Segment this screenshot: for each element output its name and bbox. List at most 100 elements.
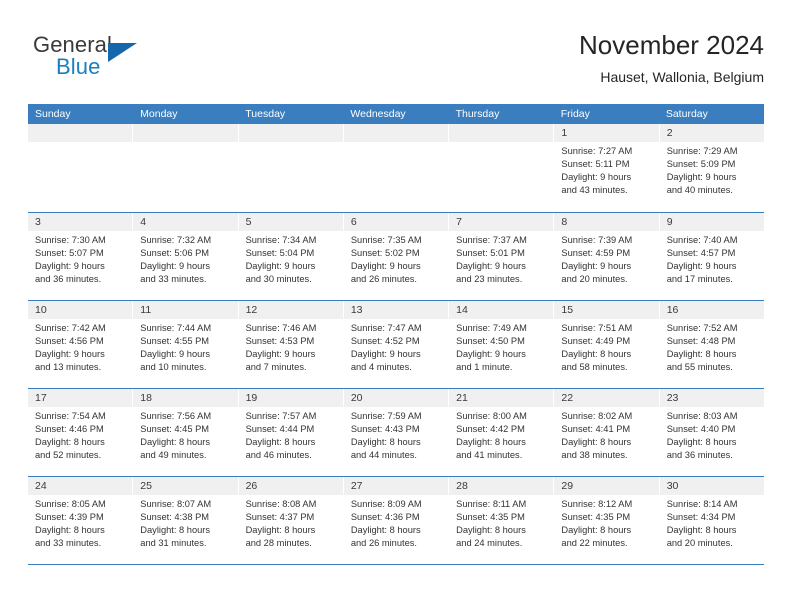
day-details: Sunrise: 7:51 AM Sunset: 4:49 PM Daylight:… (554, 319, 658, 374)
day-number: 23 (659, 389, 764, 407)
day-sunrise-text: Sunrise: 7:44 AM (140, 323, 212, 333)
day-daylight-line2-text: and 44 minutes. (350, 450, 417, 461)
calendar-day-cell[interactable]: 21 Sunrise: 8:00 AM Sunset: 4:42 PM Dayligh… (449, 389, 555, 476)
day-daylight-line1-text: Daylight: 8 hours (561, 525, 632, 536)
calendar-day-cell[interactable]: 20 Sunrise: 7:59 AM Sunset: 4:43 PM Dayligh… (343, 389, 450, 476)
calendar-day-cell[interactable]: 17 Sunrise: 7:54 AM Sunset: 4:46 PM Dayligh… (28, 389, 134, 476)
day-daylight-line1-text: Daylight: 8 hours (245, 437, 316, 448)
calendar-day-cell[interactable]: 16 Sunrise: 7:52 AM Sunset: 4:48 PM Dayligh… (659, 301, 764, 388)
page-title: November 2024 (579, 30, 764, 60)
calendar-day-cell-empty (343, 124, 450, 212)
calendar-day-cell[interactable]: 9 Sunrise: 7:40 AM Sunset: 4:57 PM Daylight… (659, 213, 764, 300)
day-sunrise-text: Sunrise: 8:07 AM (140, 499, 212, 509)
calendar-day-cell[interactable]: 2 Sunrise: 7:29 AM Sunset: 5:09 PM Daylight… (659, 124, 764, 212)
calendar-day-cell[interactable]: 6 Sunrise: 7:35 AM Sunset: 5:02 PM Daylight… (343, 213, 450, 300)
day-number: 10 (28, 301, 133, 319)
calendar-day-cell[interactable]: 12 Sunrise: 7:46 AM Sunset: 4:53 PM Dayligh… (238, 301, 344, 388)
day-sunrise-text: Sunrise: 8:05 AM (35, 499, 106, 509)
calendar-day-cell[interactable]: 4 Sunrise: 7:32 AM Sunset: 5:06 PM Daylight… (133, 213, 239, 300)
weekday-header-thursday: Thursday (455, 108, 500, 120)
day-number: 2 (659, 124, 764, 142)
day-sunrise-text: Sunrise: 7:29 AM (666, 146, 738, 156)
logo[interactable]: General Blue (28, 32, 258, 90)
day-number: 16 (659, 301, 764, 319)
weekday-header-wednesday: Wednesday (350, 108, 406, 120)
day-details: Sunrise: 8:05 AM Sunset: 4:39 PM Daylight:… (28, 495, 132, 550)
day-daylight-line2-text: and 20 minutes. (561, 274, 628, 285)
day-daylight-line1-text: Daylight: 8 hours (350, 437, 421, 448)
day-number: 9 (659, 213, 764, 231)
day-sunrise-text: Sunrise: 7:54 AM (35, 411, 106, 421)
day-sunset-text: Sunset: 4:52 PM (350, 336, 420, 347)
day-daylight-line1-text: Daylight: 9 hours (456, 349, 526, 360)
day-number: 17 (28, 389, 133, 407)
calendar-day-cell[interactable]: 14 Sunrise: 7:49 AM Sunset: 4:50 PM Dayligh… (449, 301, 555, 388)
calendar-day-cell[interactable]: 18 Sunrise: 7:56 AM Sunset: 4:45 PM Dayligh… (133, 389, 239, 476)
day-number: 27 (343, 477, 449, 495)
day-details: Sunrise: 7:46 AM Sunset: 4:53 PM Daylight:… (239, 319, 343, 374)
calendar-day-cell[interactable]: 1 Sunrise: 7:27 AM Sunset: 5:11 PM Daylight… (554, 124, 660, 212)
day-daylight-line1-text: Daylight: 8 hours (561, 349, 632, 360)
calendar-day-cell[interactable]: 13 Sunrise: 7:47 AM Sunset: 4:52 PM Dayligh… (343, 301, 450, 388)
calendar-day-cell[interactable]: 22 Sunrise: 8:02 AM Sunset: 4:41 PM Dayligh… (554, 389, 660, 476)
day-daylight-line1-text: Daylight: 9 hours (245, 261, 316, 272)
day-daylight-line1-text: Daylight: 8 hours (666, 525, 737, 536)
calendar-day-cell[interactable]: 19 Sunrise: 7:57 AM Sunset: 4:44 PM Dayligh… (238, 389, 344, 476)
day-number: 19 (238, 389, 343, 407)
calendar-day-cell[interactable]: 10 Sunrise: 7:42 AM Sunset: 4:56 PM Dayligh… (28, 301, 134, 388)
day-details: Sunrise: 7:39 AM Sunset: 4:59 PM Daylight:… (554, 231, 658, 286)
day-details: Sunrise: 7:42 AM Sunset: 4:56 PM Daylight:… (28, 319, 132, 374)
calendar-day-cell[interactable]: 29 Sunrise: 8:12 AM Sunset: 4:35 PM Dayligh… (554, 477, 660, 564)
day-number: 26 (238, 477, 343, 495)
day-daylight-line1-text: Daylight: 9 hours (35, 261, 105, 272)
calendar-page: General Blue November 2024 Hauset, Wallo… (0, 0, 792, 612)
calendar-day-cell[interactable]: 25 Sunrise: 8:07 AM Sunset: 4:38 PM Dayligh… (133, 477, 239, 564)
calendar-day-cell[interactable]: 30 Sunrise: 8:14 AM Sunset: 4:34 PM Dayligh… (659, 477, 764, 564)
calendar-day-cell[interactable]: 15 Sunrise: 7:51 AM Sunset: 4:49 PM Dayligh… (554, 301, 660, 388)
calendar-day-cell[interactable]: 8 Sunrise: 7:39 AM Sunset: 4:59 PM Daylight… (554, 213, 660, 300)
day-details: Sunrise: 7:27 AM Sunset: 5:11 PM Daylight:… (554, 142, 658, 197)
day-daylight-line1-text: Daylight: 9 hours (666, 261, 737, 272)
title-block: November 2024 Hauset, Wallonia, Belgium (579, 28, 764, 86)
calendar-day-cell[interactable]: 24 Sunrise: 8:05 AM Sunset: 4:39 PM Dayligh… (28, 477, 134, 564)
day-sunrise-text: Sunrise: 7:49 AM (456, 323, 527, 333)
calendar-day-cell[interactable]: 28 Sunrise: 8:11 AM Sunset: 4:35 PM Dayligh… (449, 477, 555, 564)
day-sunset-text: Sunset: 4:49 PM (561, 336, 631, 347)
calendar-day-cell[interactable]: 7 Sunrise: 7:37 AM Sunset: 5:01 PM Daylight… (449, 213, 555, 300)
weekday-header-sunday: Sunday (35, 108, 71, 120)
day-daylight-line2-text: and 36 minutes. (35, 274, 102, 285)
weekday-header-row: Sunday Monday Tuesday Wednesday Thursday Frid… (28, 104, 764, 124)
calendar-day-cell[interactable]: 5 Sunrise: 7:34 AM Sunset: 5:04 PM Daylight… (238, 213, 344, 300)
day-number: 22 (554, 389, 659, 407)
day-sunrise-text: Sunrise: 7:46 AM (245, 323, 317, 333)
day-daylight-line2-text: and 55 minutes. (666, 362, 733, 373)
day-daylight-line2-text: and 20 minutes. (666, 538, 733, 549)
calendar-week-row: 10 Sunrise: 7:42 AM Sunset: 4:56 PM Dayligh… (28, 300, 764, 388)
day-daylight-line2-text: and 46 minutes. (245, 450, 312, 461)
day-sunset-text: Sunset: 5:01 PM (456, 248, 525, 259)
day-number: 12 (238, 301, 343, 319)
day-daylight-line2-text: and 24 minutes. (456, 538, 523, 549)
calendar-day-cell[interactable]: 23 Sunrise: 8:03 AM Sunset: 4:40 PM Dayligh… (659, 389, 764, 476)
day-sunrise-text: Sunrise: 7:34 AM (245, 235, 317, 245)
calendar-day-cell[interactable]: 11 Sunrise: 7:44 AM Sunset: 4:55 PM Dayligh… (133, 301, 239, 388)
calendar-day-cell[interactable]: 3 Sunrise: 7:30 AM Sunset: 5:07 PM Daylight… (28, 213, 134, 300)
day-details: Sunrise: 7:59 AM Sunset: 4:43 PM Daylight:… (344, 407, 448, 462)
day-number: 28 (449, 477, 554, 495)
calendar-day-cell[interactable]: 26 Sunrise: 8:08 AM Sunset: 4:37 PM Dayligh… (238, 477, 344, 564)
day-sunset-text: Sunset: 5:11 PM (561, 159, 630, 170)
day-daylight-line1-text: Daylight: 8 hours (35, 525, 105, 536)
day-details: Sunrise: 8:03 AM Sunset: 4:40 PM Daylight:… (660, 407, 764, 462)
day-sunrise-text: Sunrise: 8:14 AM (666, 499, 738, 509)
day-sunrise-text: Sunrise: 7:42 AM (35, 323, 106, 333)
day-details: Sunrise: 8:08 AM Sunset: 4:37 PM Daylight:… (239, 495, 343, 550)
day-sunrise-text: Sunrise: 7:47 AM (350, 323, 422, 333)
day-details: Sunrise: 8:09 AM Sunset: 4:36 PM Daylight:… (344, 495, 448, 550)
calendar-day-cell[interactable]: 27 Sunrise: 8:09 AM Sunset: 4:36 PM Dayligh… (343, 477, 450, 564)
brand-triangle-icon (108, 43, 137, 62)
day-sunrise-text: Sunrise: 7:57 AM (245, 411, 317, 421)
day-sunset-text: Sunset: 4:57 PM (666, 248, 736, 259)
day-number: 11 (133, 301, 238, 319)
logo-text-blue: Blue (56, 54, 101, 79)
day-daylight-line2-text: and 13 minutes. (35, 362, 102, 373)
